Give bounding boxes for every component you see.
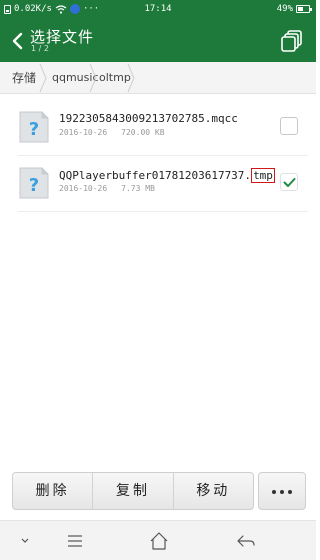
breadcrumb: 存储 qqmusic oltmp (0, 62, 316, 94)
selection-count: 1 / 2 (31, 44, 49, 53)
status-bar: 0.02K/s ··· 17:14 49% (0, 0, 316, 20)
multi-window-icon[interactable] (280, 29, 304, 53)
file-row[interactable]: ? 1922305843009213702785.mqcc 2016-10-26… (0, 100, 316, 156)
breadcrumb-separator (89, 63, 97, 93)
file-meta: 2016-10-26 720.00 KB (59, 128, 165, 137)
battery-icon (296, 5, 312, 13)
unknown-file-icon: ? (18, 110, 50, 144)
more-dots-icon (259, 490, 305, 494)
breadcrumb-item-storage[interactable]: 存储 (12, 62, 36, 94)
file-extension-highlight: tmp (251, 168, 275, 183)
unknown-file-icon: ? (18, 166, 50, 200)
back-arrow-icon[interactable] (8, 29, 28, 53)
delete-button[interactable]: 删除 (13, 473, 94, 509)
battery-percent: 49% (276, 4, 293, 14)
file-size: 7.73 MB (121, 184, 155, 193)
status-right: 49% (276, 4, 312, 14)
breadcrumb-separator (127, 63, 135, 93)
file-size: 720.00 KB (121, 128, 165, 137)
file-name: QQPlayerbuffer01781203617737. tmp (59, 168, 275, 183)
file-name: 1922305843009213702785.mqcc (59, 112, 238, 125)
row-divider (18, 211, 308, 212)
file-meta: 2016-10-26 7.73 MB (59, 184, 155, 193)
title-bar: 选择文件 1 / 2 (0, 20, 316, 62)
svg-text:?: ? (29, 175, 39, 196)
menu-icon[interactable] (64, 531, 86, 551)
move-button[interactable]: 移动 (174, 473, 253, 509)
nav-bar (0, 520, 316, 560)
file-row[interactable]: ? QQPlayerbuffer01781203617737. tmp 2016-… (0, 156, 316, 212)
svg-text:?: ? (29, 119, 39, 140)
file-date: 2016-10-26 (59, 184, 108, 193)
more-button[interactable] (258, 472, 306, 510)
status-time: 17:14 (144, 4, 172, 14)
home-icon[interactable] (148, 531, 170, 551)
breadcrumb-separator (39, 63, 47, 93)
action-bar: 删除 复制 移动 (12, 472, 254, 510)
file-checkbox[interactable] (280, 117, 298, 135)
check-icon (283, 178, 296, 187)
file-checkbox-checked[interactable] (280, 173, 298, 191)
back-icon[interactable] (235, 531, 257, 551)
battery-fill (298, 7, 303, 11)
chevron-down-icon[interactable] (14, 531, 36, 551)
file-date: 2016-10-26 (59, 128, 108, 137)
copy-button[interactable]: 复制 (93, 473, 174, 509)
